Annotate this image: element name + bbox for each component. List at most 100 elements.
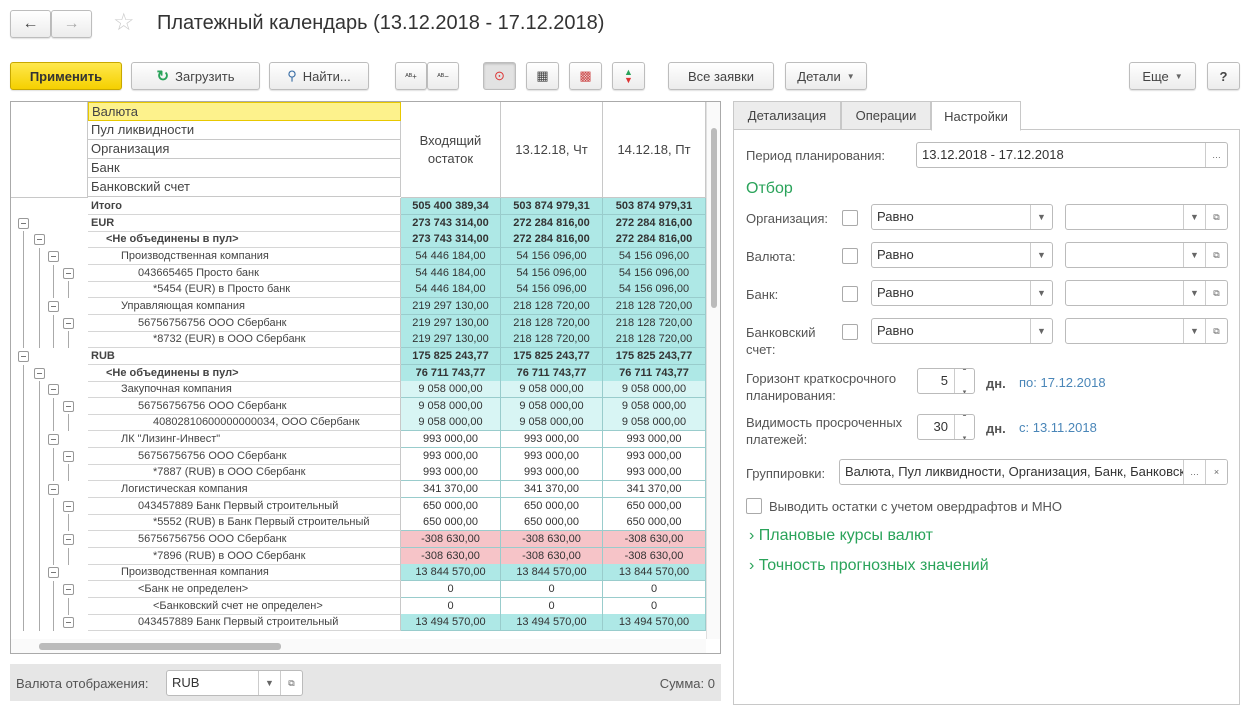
overdraft-label[interactable]: Выводить остатки с учетом овердрафтов и … [769,498,1062,515]
filter-checkbox[interactable] [842,210,858,226]
ellipsis-icon[interactable]: … [1183,460,1205,484]
period-field[interactable]: 13.12.2018 - 17.12.2018… [916,142,1228,168]
chevron-down-icon[interactable]: ▼ [1183,205,1205,229]
open-icon[interactable]: ⧉ [1205,205,1227,229]
filter-operator-select[interactable]: Равно ▼ [871,204,1053,230]
table-row[interactable]: <Не объединены в пул> 76 711 743,77 76 711… [11,364,706,382]
horizontal-scrollbar[interactable] [11,639,706,653]
table-row[interactable]: Итого 505 400 389,34 503 874 979,31 503 874… [11,198,706,215]
filter-checkbox[interactable] [842,324,858,340]
collapse-toggle-icon[interactable] [18,350,29,362]
open-icon[interactable]: ⧉ [280,671,302,695]
chevron-down-icon[interactable]: ▼ [1183,319,1205,343]
chart-button[interactable]: ▩ [569,62,602,90]
table-row[interactable]: <Банк не определен> 0 0 0 [11,580,706,598]
section-currency-rates[interactable]: › Плановые курсы валют [749,527,933,545]
scrollbar-thumb[interactable] [711,128,717,308]
details-button[interactable]: Детали ▼ [785,62,867,90]
collapse-toggle-icon[interactable] [34,234,45,246]
collapse-toggle-icon[interactable] [48,300,59,312]
collapse-toggle-icon[interactable] [34,367,45,379]
load-button[interactable]: ↻ Загрузить [131,62,260,90]
column-header-day2[interactable]: 14.12.18, Пт [603,102,706,198]
table-row[interactable]: ЛК "Лизинг-Инвест" 993 000,00 993 000,00 99… [11,431,706,449]
table-row[interactable]: 40802810600000000034, ООО Сбербанк 9 058 … [11,414,706,432]
tab-settings[interactable]: Настройки [931,101,1021,131]
chevron-down-icon[interactable]: ▼ [1030,243,1052,267]
collapse-toggle-icon[interactable] [48,250,59,262]
chevron-down-icon[interactable]: ▼ [1030,205,1052,229]
column-header-day1[interactable]: 13.12.18, Чт [501,102,603,198]
chevron-down-icon[interactable]: ▼ [258,671,280,695]
collapse-toggle-icon[interactable] [48,484,59,496]
tab-details[interactable]: Детализация [733,101,841,130]
chevron-down-icon[interactable]: ▼ [1183,281,1205,305]
sort-button[interactable]: ▲ ▼ [612,62,645,90]
chevron-down-icon[interactable]: ▼ [1183,243,1205,267]
ellipsis-icon[interactable]: … [1205,143,1227,167]
section-forecast-accuracy[interactable]: › Точность прогнозных значений [749,557,989,575]
tab-operations[interactable]: Операции [841,101,931,130]
open-icon[interactable]: ⧉ [1205,319,1227,343]
collapse-toggle-icon[interactable] [63,583,74,595]
horizon-input[interactable]: 5 ▴ ▾ [917,368,975,394]
filter-checkbox[interactable] [842,248,858,264]
table-row[interactable]: <Банковский счет не определен> 0 0 0 [11,597,706,615]
table-row[interactable]: EUR 273 743 314,00 272 284 816,00 272 284 8… [11,214,706,232]
table-row[interactable]: 043457889 Банк Первый строительный 13 494… [11,614,706,631]
group-header[interactable]: Организация [88,140,401,159]
overdue-input[interactable]: 30 ▴ ▾ [917,414,975,440]
table-row[interactable]: 56756756756 ООО Сбербанк 9 058 000,00 9 05… [11,397,706,415]
table-row[interactable]: *7896 (RUB) в ООО Сбербанк -308 630,00 -30… [11,547,706,565]
collapse-toggle-icon[interactable] [48,384,59,396]
vertical-scrollbar[interactable] [706,102,720,639]
scrollbar-thumb[interactable] [39,643,281,650]
table-row[interactable]: 56756756756 ООО Сбербанк 993 000,00 993 00… [11,447,706,465]
find-button[interactable]: ⚲ Найти... [269,62,369,90]
filter-value-field[interactable]: ▼ ⧉ [1065,204,1228,230]
table-row[interactable]: RUB 175 825 243,77 175 825 243,77 175 825 2… [11,347,706,365]
filter-value-field[interactable]: ▼ ⧉ [1065,242,1228,268]
spinner-icon[interactable]: ▴ ▾ [954,415,974,439]
table-row[interactable]: 043665465 Просто банк 54 446 184,00 54 156… [11,264,706,282]
spinner-icon[interactable]: ▴ ▾ [954,369,974,393]
more-button[interactable]: Еще ▼ [1129,62,1196,90]
table-row[interactable]: Управляющая компания 219 297 130,00 218 12… [11,297,706,315]
group-header[interactable]: Валюта [88,102,401,121]
filter-checkbox[interactable] [842,286,858,302]
open-icon[interactable]: ⧉ [1205,243,1227,267]
table-row[interactable]: <Не объединены в пул> 273 743 314,00 272 2… [11,231,706,249]
collapse-toggle-icon[interactable] [48,434,59,446]
display-currency-field[interactable]: RUB ▼ ⧉ [166,670,303,696]
table-row[interactable]: *8732 (EUR) в ООО Сбербанк 219 297 130,00… [11,331,706,349]
table-row[interactable]: *5552 (RUB) в Банк Первый строительный 65… [11,514,706,532]
table-row[interactable]: 56756756756 ООО Сбербанк -308 630,00 -308 … [11,531,706,548]
group-header[interactable]: Пул ликвидности [88,121,401,140]
collapse-toggle-icon[interactable] [63,317,74,329]
table-row[interactable]: 043457889 Банк Первый строительный 650 00… [11,497,706,515]
payment-calendar-grid[interactable]: Валюта Пул ликвидности Организация Банк Банк… [10,101,721,654]
open-icon[interactable]: ⧉ [1205,281,1227,305]
collapse-toggle-icon[interactable] [63,534,74,545]
groupings-field[interactable]: Валюта, Пул ликвидности, Организация, Ба… [839,459,1228,485]
collapse-toggle-icon[interactable] [63,450,74,462]
collapse-toggle-icon[interactable] [63,500,74,512]
table-view-button[interactable]: ▦ [526,62,559,90]
collapse-toggle-icon[interactable] [63,400,74,412]
table-row[interactable]: *5454 (EUR) в Просто банк 54 446 184,00 54… [11,281,706,299]
star-icon[interactable]: ☆ [113,8,135,37]
filter-operator-select[interactable]: Равно ▼ [871,280,1053,306]
filter-value-field[interactable]: ▼ ⧉ [1065,280,1228,306]
help-button[interactable]: ? [1207,62,1240,90]
overdraft-checkbox[interactable] [746,498,762,514]
chevron-down-icon[interactable]: ▼ [1030,319,1052,343]
collapse-all-button[interactable]: ᴬᴮ− [427,62,459,90]
chevron-down-icon[interactable]: ▼ [1030,281,1052,305]
expand-all-button[interactable]: ᴬᴮ+ [395,62,427,90]
table-row[interactable]: *7887 (RUB) в ООО Сбербанк 993 000,00 993 … [11,464,706,482]
group-header[interactable]: Банк [88,159,401,178]
forward-button[interactable]: → [51,10,92,38]
clear-icon[interactable]: × [1205,460,1227,484]
collapse-toggle-icon[interactable] [63,617,74,629]
table-row[interactable]: Логистическая компания 341 370,00 341 370,… [11,481,706,499]
